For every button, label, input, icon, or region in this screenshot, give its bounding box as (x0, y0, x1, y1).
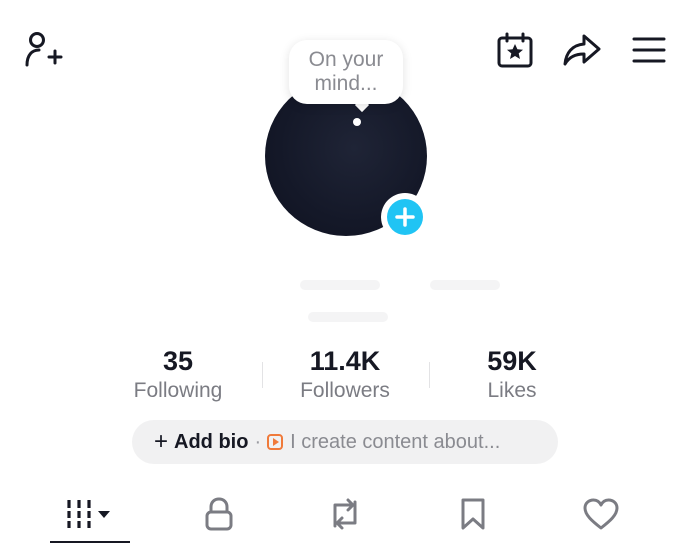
followers-count: 11.4K (309, 346, 381, 376)
add-avatar-button[interactable] (381, 193, 429, 241)
favorites-tab[interactable] (450, 490, 496, 538)
add-bio-label: Add bio (174, 430, 249, 453)
likes-stat[interactable]: 59K Likes (432, 346, 592, 404)
note-bubble[interactable]: On your mind... (289, 40, 403, 104)
add-friend-button[interactable] (20, 28, 66, 70)
videos-tab[interactable] (50, 490, 130, 538)
name-placeholder (308, 312, 388, 322)
add-bio-pill[interactable]: + Add bio · I create content about... (132, 420, 558, 464)
following-stat[interactable]: 35 Following (98, 346, 258, 404)
followers-label: Followers (300, 379, 390, 402)
followers-stat[interactable]: 11.4K Followers (265, 346, 425, 404)
menu-button[interactable] (628, 32, 670, 68)
following-count: 35 (162, 346, 194, 376)
calendar-star-icon (496, 31, 534, 69)
share-button[interactable] (560, 30, 604, 70)
calendar-button[interactable] (494, 30, 536, 70)
plus-icon: + (154, 428, 169, 455)
lock-icon (203, 496, 235, 532)
stats-divider (429, 362, 430, 388)
bubble-dot (353, 118, 361, 126)
bookmark-icon (458, 496, 488, 532)
following-label: Following (133, 379, 223, 402)
likes-count: 59K (487, 346, 537, 376)
add-friend-icon (23, 30, 63, 68)
bio-separator: · (254, 430, 262, 453)
plus-icon (387, 199, 423, 235)
hamburger-menu-icon (631, 36, 667, 64)
liked-tab[interactable] (578, 490, 624, 538)
reposts-tab[interactable] (322, 490, 368, 538)
share-arrow-icon (562, 32, 602, 68)
bio-prompt: I create content about... (290, 430, 501, 453)
private-tab[interactable] (196, 490, 242, 538)
username-placeholder (300, 280, 380, 290)
likes-label: Likes (487, 379, 537, 402)
note-bubble-text: On your mind... (308, 48, 384, 95)
stats-divider (262, 362, 263, 388)
heart-icon (582, 497, 620, 531)
repost-icon (326, 496, 364, 532)
handle-placeholder (430, 280, 500, 290)
video-play-icon (267, 434, 284, 450)
grid-columns-icon (64, 497, 116, 531)
